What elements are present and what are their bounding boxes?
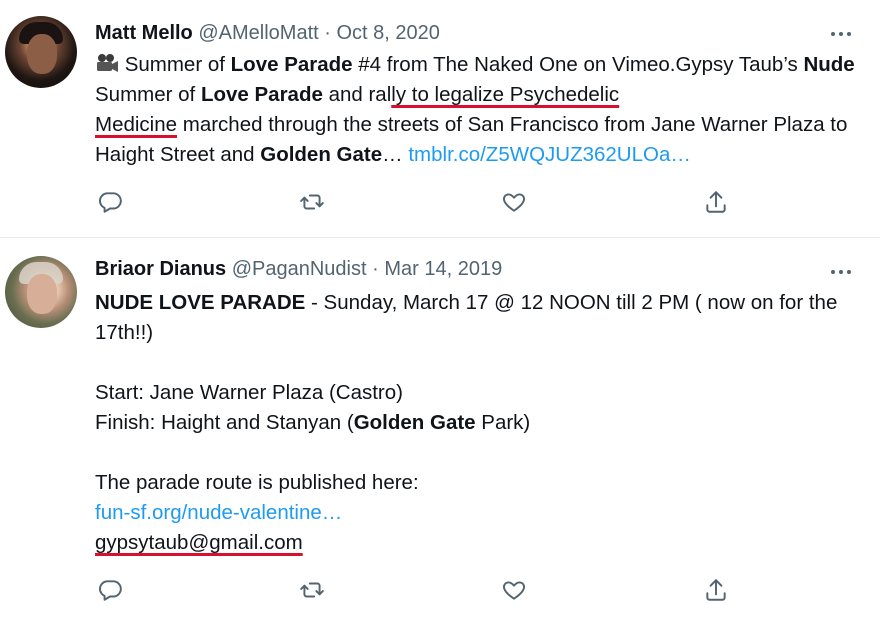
tweet-1[interactable]: Matt Mello @AMelloMatt · Oct 8, 2020 Sum… — [0, 0, 880, 238]
handle[interactable]: @AMelloMatt — [198, 22, 318, 44]
email-text: gypsytaub@gmail.com — [95, 531, 303, 554]
avatar[interactable] — [5, 16, 77, 88]
highlight-underline: Medicine — [95, 113, 178, 136]
share-icon[interactable] — [703, 189, 733, 219]
tweet-link[interactable]: fun-sf.org/nude-valentine… — [95, 501, 342, 524]
reply-icon[interactable] — [97, 189, 127, 219]
movie-camera-icon — [95, 53, 125, 76]
action-bar — [95, 577, 755, 607]
tweet-text: NUDE LOVE PARADE - Sunday, March 17 @ 12… — [95, 291, 838, 554]
share-icon[interactable] — [703, 577, 733, 607]
display-name[interactable]: Briaor Dianus — [95, 258, 226, 280]
like-icon[interactable] — [501, 189, 531, 219]
action-bar — [95, 189, 755, 219]
tweet-header: Briaor Dianus @PaganNudist · Mar 14, 201… — [95, 254, 502, 284]
tweet-header: Matt Mello @AMelloMatt · Oct 8, 2020 — [95, 18, 440, 48]
timestamp[interactable]: Mar 14, 2019 — [384, 258, 502, 280]
handle[interactable]: @PaganNudist — [232, 258, 367, 280]
display-name[interactable]: Matt Mello — [95, 22, 193, 44]
retweet-icon[interactable] — [299, 577, 329, 607]
reply-icon[interactable] — [97, 577, 127, 607]
timestamp[interactable]: Oct 8, 2020 — [336, 22, 439, 44]
tweet-text: Summer of Love Parade #4 from The Naked … — [95, 53, 855, 166]
retweet-icon[interactable] — [299, 189, 329, 219]
tweet-link[interactable]: tmblr.co/Z5WQJUZ362ULOa… — [408, 143, 691, 166]
separator: · — [372, 258, 379, 280]
tweet-2[interactable]: Briaor Dianus @PaganNudist · Mar 14, 201… — [0, 238, 880, 622]
avatar[interactable] — [5, 256, 77, 328]
like-icon[interactable] — [501, 577, 531, 607]
more-icon[interactable] — [830, 262, 856, 282]
highlight-underline: ly to legalize Psychedelic — [391, 83, 620, 106]
more-icon[interactable] — [830, 24, 856, 44]
separator: · — [324, 22, 331, 44]
